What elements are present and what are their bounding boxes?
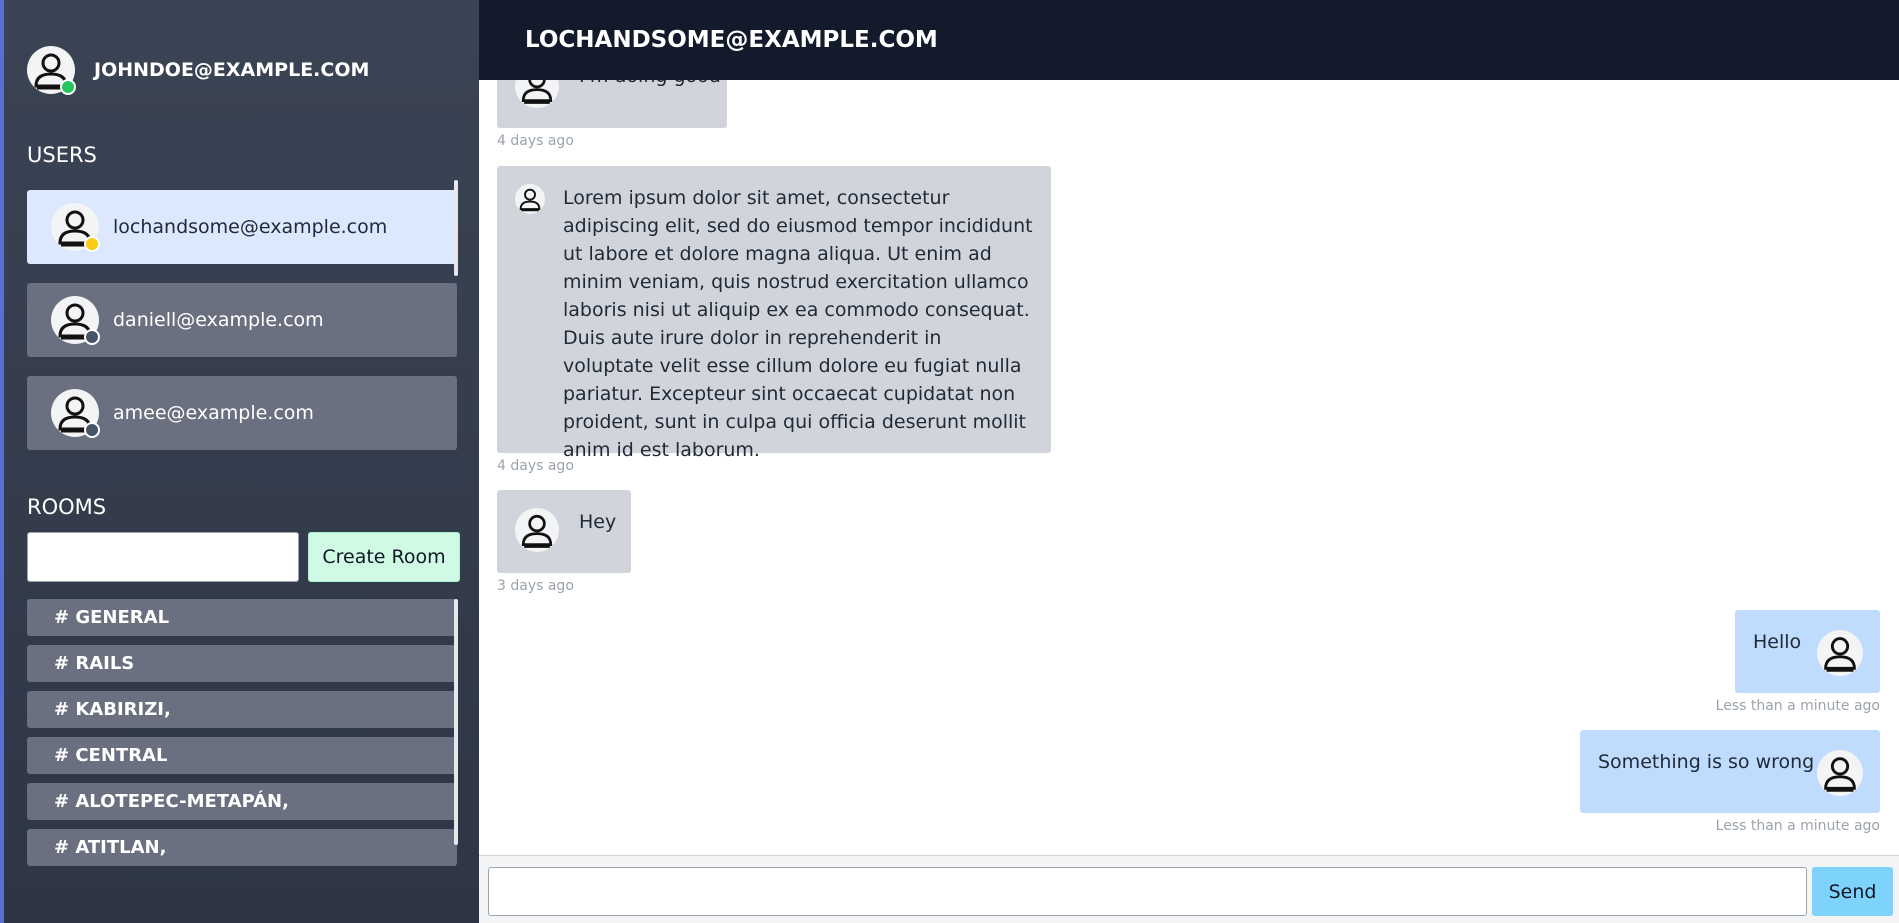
message-list[interactable]: I'm doing good 4 days ago Lorem ipsum do… <box>479 0 1899 855</box>
user-icon <box>51 389 100 438</box>
sidebar: JOHNDOE@EXAMPLE.COM USERS lochandsome@ex… <box>0 0 479 923</box>
create-room-button[interactable]: Create Room <box>308 532 460 582</box>
users-list: lochandsome@example.com daniell@example.… <box>27 190 457 469</box>
room-name-input[interactable] <box>27 532 299 582</box>
message-text: Lorem ipsum dolor sit amet, consectetur … <box>563 187 1033 461</box>
user-item-label: daniell@example.com <box>113 309 324 331</box>
user-item-label: lochandsome@example.com <box>113 216 388 238</box>
chat-header: LOCHANDSOME@EXAMPLE.COM <box>479 0 1899 80</box>
user-icon <box>515 508 559 552</box>
message-timestamp: Less than a minute ago <box>1715 698 1880 714</box>
message-bubble: Hey <box>497 490 631 573</box>
user-item-label: amee@example.com <box>113 402 314 424</box>
message-timestamp: 4 days ago <box>497 133 574 149</box>
message-timestamp: 4 days ago <box>497 458 574 474</box>
room-item-rails[interactable]: # RAILS <box>27 645 457 682</box>
users-scrollbar[interactable] <box>454 180 458 276</box>
send-button[interactable]: Send <box>1812 867 1893 916</box>
message-timestamp: Less than a minute ago <box>1715 818 1880 834</box>
rooms-heading: ROOMS <box>27 495 107 519</box>
rooms-scrollbar[interactable] <box>454 599 458 845</box>
user-icon <box>515 184 545 214</box>
users-heading: USERS <box>27 143 97 167</box>
message-bubble: Hello <box>1735 610 1880 693</box>
message-text: Hello <box>1753 631 1802 653</box>
message-bubble: Lorem ipsum dolor sit amet, consectetur … <box>497 166 1051 461</box>
user-item-amee[interactable]: amee@example.com <box>27 376 457 450</box>
room-item-central[interactable]: # CENTRAL <box>27 737 457 774</box>
online-status-dot <box>60 79 76 95</box>
room-item-alotepec-metapan[interactable]: # ALOTEPEC-METAPÁN, <box>27 783 457 820</box>
message-composer: Send <box>479 855 1899 923</box>
user-item-daniell[interactable]: daniell@example.com <box>27 283 457 357</box>
current-user[interactable]: JOHNDOE@EXAMPLE.COM <box>27 46 370 95</box>
offline-status-dot <box>84 422 100 438</box>
chat-title: LOCHANDSOME@EXAMPLE.COM <box>525 27 938 53</box>
message-text: Hey <box>579 511 617 533</box>
room-item-general[interactable]: # GENERAL <box>27 599 457 636</box>
user-item-lochandsome[interactable]: lochandsome@example.com <box>27 190 457 264</box>
message-bubble: Something is so wrong <box>1580 730 1880 813</box>
away-status-dot <box>84 236 100 252</box>
message-input[interactable] <box>488 867 1807 916</box>
room-item-kabirizi[interactable]: # KABIRIZI, <box>27 691 457 728</box>
room-item-atitlan[interactable]: # ATITLAN, <box>27 829 457 866</box>
user-icon <box>1817 630 1863 676</box>
user-icon <box>51 203 100 252</box>
rooms-list: # GENERAL # RAILS # KABIRIZI, # CENTRAL … <box>27 599 457 875</box>
offline-status-dot <box>84 329 100 345</box>
message-text: Something is so wrong <box>1598 751 1815 773</box>
current-user-email: JOHNDOE@EXAMPLE.COM <box>94 59 370 81</box>
user-icon <box>27 46 76 95</box>
user-icon <box>51 296 100 345</box>
message-timestamp: 3 days ago <box>497 578 574 594</box>
user-icon <box>1817 750 1863 796</box>
